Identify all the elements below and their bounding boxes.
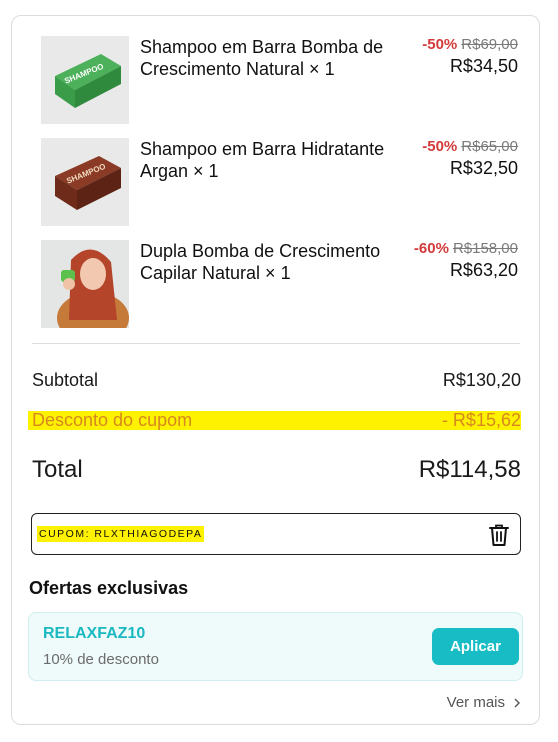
product-prices: -60% R$158,00 R$63,20 <box>414 240 518 282</box>
total-row: Total R$114,58 <box>32 456 521 484</box>
coupon-code: CUPOM: RLXTHIAGODEPA <box>37 526 205 542</box>
old-price: R$69,00 <box>461 36 518 53</box>
discount-percent: -50% <box>422 36 458 53</box>
old-price: R$65,00 <box>461 138 518 155</box>
discount-percent: -60% <box>413 240 449 257</box>
old-price: R$158,00 <box>452 240 518 257</box>
product-name: Shampoo em Barra Hidratante Argan × 1 <box>140 139 385 181</box>
subtotal-label: Subtotal <box>32 370 99 390</box>
current-price: R$63,20 <box>449 260 518 280</box>
product-name: Shampoo em Barra Bomba de Crescimento Na… <box>140 37 384 79</box>
product-image-brown-shampoo[interactable]: SHAMPOO <box>41 138 129 226</box>
product-prices: -50% R$69,00 R$34,50 <box>422 36 518 78</box>
current-price: R$34,50 <box>449 56 518 76</box>
cart-item: SHAMPOO Shampoo em Barra Hidratante Arga… <box>41 138 521 226</box>
subtotal-row: Subtotal R$130,20 <box>32 370 521 391</box>
product-name: Dupla Bomba de Crescimento Capilar Natur… <box>140 241 381 283</box>
coupon-discount-label: Desconto do cupom <box>32 410 193 430</box>
divider <box>32 343 520 344</box>
offer-description: 10% de desconto <box>43 651 159 668</box>
see-more-label: Ver mais <box>446 694 505 711</box>
coupon-discount-row: Desconto do cupom - R$15,62 <box>28 411 521 430</box>
cart-item: Dupla Bomba de Crescimento Capilar Natur… <box>41 240 521 328</box>
applied-coupon: CUPOM: RLXTHIAGODEPA <box>31 513 521 555</box>
offers-title: Ofertas exclusivas <box>29 578 189 598</box>
see-more-link[interactable]: Ver mais <box>447 694 521 711</box>
apply-button[interactable]: Aplicar <box>432 628 519 665</box>
offer-code: RELAXFAZ10 <box>43 625 146 642</box>
total-label: Total <box>32 456 83 483</box>
trash-icon[interactable] <box>488 523 510 547</box>
current-price: R$32,50 <box>449 158 518 178</box>
coupon-discount-value: - R$15,62 <box>441 410 521 430</box>
product-image-woman[interactable] <box>41 240 129 328</box>
product-image-green-shampoo[interactable]: SHAMPOO <box>41 36 129 124</box>
total-value: R$114,58 <box>418 456 521 483</box>
cart-summary-card: SHAMPOO Shampoo em Barra Bomba de Cresci… <box>11 15 540 725</box>
product-prices: -50% R$65,00 R$32,50 <box>422 138 518 180</box>
chevron-right-icon <box>514 698 520 707</box>
offer-card: RELAXFAZ10 10% de desconto Aplicar <box>28 612 523 681</box>
cart-item: SHAMPOO Shampoo em Barra Bomba de Cresci… <box>41 36 521 124</box>
discount-percent: -50% <box>422 138 458 155</box>
subtotal-value: R$130,20 <box>442 370 521 390</box>
